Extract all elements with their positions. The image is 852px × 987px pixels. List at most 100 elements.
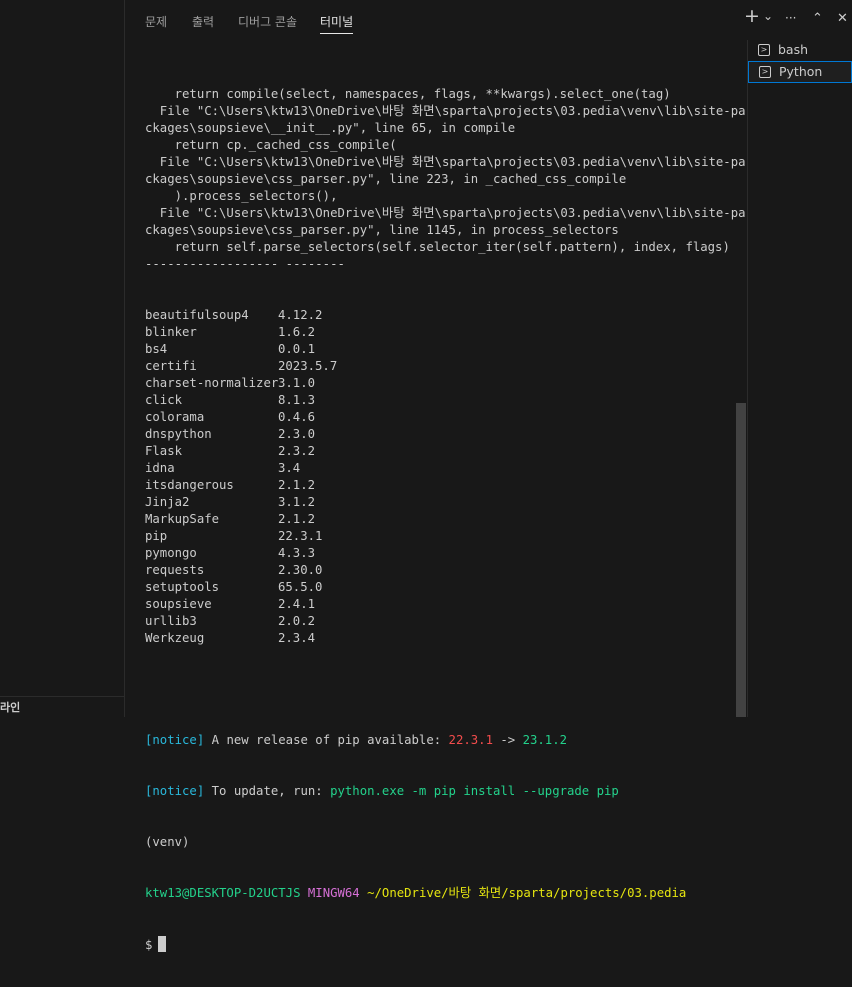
terminal-scrollbar[interactable] [736, 403, 746, 717]
package-name: charset-normalizer [145, 376, 279, 390]
package-name: dnspython [145, 427, 212, 441]
explorer-sidebar-edge: 라인 [0, 0, 125, 717]
package-row: idna 3.4 [145, 460, 735, 477]
traceback-line: return cp._cached_css_compile( [145, 138, 397, 152]
package-version: 2.3.2 [278, 444, 316, 458]
package-name: certifi [145, 359, 197, 373]
traceback-line: return self.parse_selectors(self.selecto… [145, 240, 730, 254]
new-version: 23.1.2 [522, 733, 568, 747]
sidebar-divider [0, 696, 124, 697]
package-name: pymongo [145, 546, 197, 560]
package-version: 2.4.1 [278, 597, 316, 611]
terminal-icon: > [759, 66, 771, 78]
package-version: 2023.5.7 [278, 359, 338, 373]
notice-line-release: [notice] A new release of pip available:… [145, 733, 568, 747]
package-version: 0.0.1 [278, 342, 316, 356]
package-row: Jinja2 3.1.2 [145, 494, 735, 511]
package-name: blinker [145, 325, 197, 339]
terminal-tabs-list: > bash > Python [747, 40, 852, 717]
prompt-line: ktw13@DESKTOP-D2UCTJS MINGW64 ~/OneDrive… [145, 885, 735, 902]
traceback-line: ------------------ -------- [145, 257, 345, 271]
old-version: 22.3.1 [448, 733, 493, 747]
traceback-line: File "C:\Users\ktw13\OneDrive\바탕 화면\spar… [145, 155, 746, 169]
upgrade-command: python.exe -m pip install --upgrade pip [330, 784, 619, 798]
package-name: Werkzeug [145, 631, 205, 645]
package-version: 3.4 [278, 461, 301, 475]
maximize-panel-icon[interactable]: ⌃ [812, 11, 823, 26]
package-row: colorama 0.4.6 [145, 409, 735, 426]
chevron-down-icon[interactable]: ⌄ [763, 9, 773, 23]
package-row: click 8.1.3 [145, 392, 735, 409]
package-version: 8.1.3 [278, 393, 316, 407]
package-name: Flask [145, 444, 183, 458]
package-row: itsdangerous 2.1.2 [145, 477, 735, 494]
timeline-section-label[interactable]: 라인 [0, 699, 20, 715]
package-name: Jinja2 [145, 495, 190, 509]
package-row: pymongo 4.3.3 [145, 545, 735, 562]
more-actions-icon[interactable]: ··· [785, 11, 796, 25]
terminal-tab-bash[interactable]: > bash [748, 40, 852, 62]
package-row: blinker 1.6.2 [145, 324, 735, 341]
traceback-line: File "C:\Users\ktw13\OneDrive\바탕 화면\spar… [145, 104, 746, 118]
package-version: 22.3.1 [278, 529, 323, 543]
package-version: 1.6.2 [278, 325, 316, 339]
prompt-path: ~/OneDrive/바탕 화면/sparta/projects/03.pedi… [367, 886, 687, 900]
package-row: certifi 2023.5.7 [145, 358, 735, 375]
package-version: 2.3.4 [278, 631, 316, 645]
package-name: setuptools [145, 580, 220, 594]
package-name: beautifulsoup4 [145, 308, 249, 322]
package-version: 2.0.2 [278, 614, 316, 628]
prompt-user: ktw13@DESKTOP-D2UCTJS [145, 886, 301, 900]
package-row: Flask 2.3.2 [145, 443, 735, 460]
dollar-prompt: $ [145, 938, 153, 952]
package-version: 3.1.0 [278, 376, 316, 390]
tab-output[interactable]: 출력 [192, 13, 214, 30]
tab-problems[interactable]: 문제 [145, 13, 167, 30]
package-name: urllib3 [145, 614, 197, 628]
package-name: pip [145, 529, 168, 543]
package-row: Werkzeug 2.3.4 [145, 630, 735, 647]
package-version: 4.3.3 [278, 546, 316, 560]
input-line[interactable]: $ [145, 936, 735, 953]
tab-debug-console[interactable]: 디버그 콘솔 [238, 13, 297, 30]
package-name: soupsieve [145, 597, 212, 611]
package-name: click [145, 393, 183, 407]
notice-line-update: [notice] To update, run: python.exe -m p… [145, 784, 619, 798]
terminal-tab-python[interactable]: > Python [748, 61, 852, 83]
terminal-tab-label: Python [779, 64, 823, 79]
package-row: soupsieve 2.4.1 [145, 596, 735, 613]
new-terminal-icon[interactable]: + [744, 5, 760, 27]
traceback-line: ckages\soupsieve\__init__.py", line 65, … [145, 121, 516, 135]
traceback-line: ckages\soupsieve\css_parser.py", line 11… [145, 223, 619, 237]
package-row: MarkupSafe 2.1.2 [145, 511, 735, 528]
package-name: itsdangerous [145, 478, 234, 492]
traceback-line: File "C:\Users\ktw13\OneDrive\바탕 화면\spar… [145, 206, 746, 220]
package-row: requests 2.30.0 [145, 562, 735, 579]
terminal-tab-label: bash [778, 42, 809, 57]
package-row: charset-normalizer 3.1.0 [145, 375, 735, 392]
package-name: MarkupSafe [145, 512, 220, 526]
package-row: pip 22.3.1 [145, 528, 735, 545]
package-row: dnspython 2.3.0 [145, 426, 735, 443]
package-row: setuptools 65.5.0 [145, 579, 735, 596]
traceback-line: ckages\soupsieve\css_parser.py", line 22… [145, 172, 627, 186]
package-row: bs4 0.0.1 [145, 341, 735, 358]
tab-terminal[interactable]: 터미널 [320, 13, 354, 34]
package-version: 3.1.2 [278, 495, 316, 509]
package-version: 65.5.0 [278, 580, 323, 594]
package-version: 4.12.2 [278, 308, 323, 322]
prompt-shell: MINGW64 [307, 886, 360, 900]
package-version: 2.3.0 [278, 427, 316, 441]
package-version: 2.1.2 [278, 512, 316, 526]
package-version: 2.1.2 [278, 478, 316, 492]
terminal-output[interactable]: return compile(select, namespaces, flags… [145, 52, 746, 952]
notice-tag: notice [152, 733, 197, 747]
terminal-icon: > [758, 44, 770, 56]
venv-indicator: (venv) [145, 835, 190, 849]
package-version: 0.4.6 [278, 410, 316, 424]
traceback-line: return compile(select, namespaces, flags… [145, 87, 671, 101]
close-panel-icon[interactable]: ✕ [837, 11, 848, 26]
package-name: idna [145, 461, 175, 475]
terminal-cursor [158, 936, 167, 952]
